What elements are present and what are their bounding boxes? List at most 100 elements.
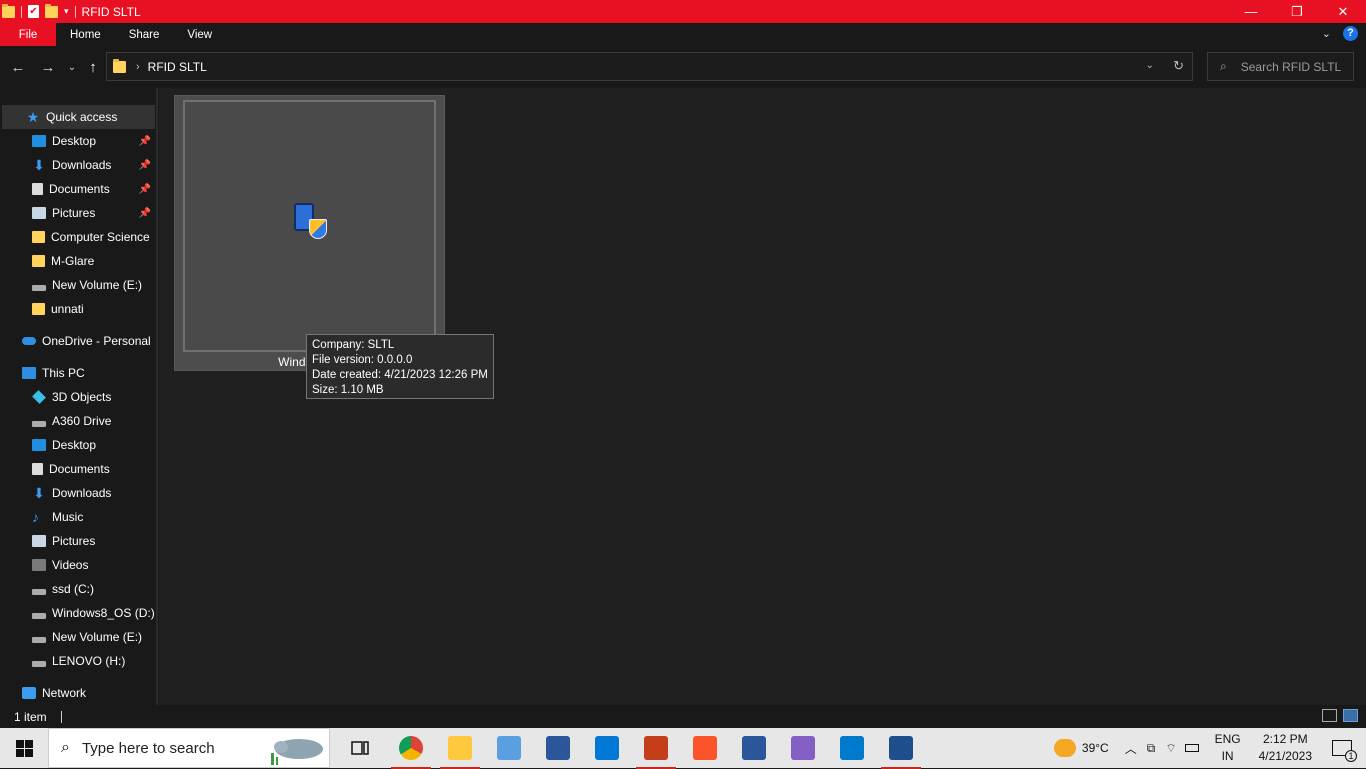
- sidebar-item-pictures[interactable]: Pictures 📌: [32, 201, 155, 225]
- brave-icon[interactable]: [693, 736, 717, 760]
- visual-studio-icon[interactable]: [791, 736, 815, 760]
- details-view-button[interactable]: [1322, 709, 1337, 722]
- network-icon: [22, 687, 36, 699]
- sidebar-item-lenovo-h[interactable]: LENOVO (H:): [32, 649, 155, 673]
- sidebar-item-videos[interactable]: Videos: [32, 553, 155, 577]
- tab-file[interactable]: File: [0, 23, 56, 46]
- drive-icon: [32, 661, 46, 667]
- sidebar-item-onedrive[interactable]: OneDrive - Personal: [22, 329, 151, 353]
- sidebar-item-3d-objects[interactable]: 3D Objects: [32, 385, 155, 409]
- recent-locations-button[interactable]: ⌄: [62, 57, 82, 77]
- wifi-icon[interactable]: ⌔: [1165, 741, 1176, 756]
- expand-ribbon-icon[interactable]: ⌄: [1322, 27, 1331, 40]
- sidebar-item-computer-science[interactable]: Computer Science: [32, 225, 155, 249]
- refresh-icon[interactable]: ↻: [1173, 58, 1184, 74]
- back-button[interactable]: ←: [8, 57, 28, 77]
- word-icon[interactable]: [546, 736, 570, 760]
- sidebar-item-new-volume-e[interactable]: New Volume (E:): [32, 625, 155, 649]
- new-folder-icon[interactable]: [45, 3, 58, 18]
- folder-icon: [32, 231, 45, 243]
- drive-icon: [32, 285, 46, 291]
- vscode-icon[interactable]: [840, 736, 864, 760]
- folder-icon: [113, 58, 126, 73]
- pin-icon[interactable]: 📌: [139, 160, 151, 171]
- sidebar-item-documents[interactable]: Documents: [32, 457, 155, 481]
- weather-temperature[interactable]: 39°C: [1082, 741, 1109, 755]
- documents-icon: [32, 183, 43, 195]
- sidebar-item-pictures[interactable]: Pictures: [32, 529, 155, 553]
- chevron-right-icon[interactable]: ›: [136, 61, 140, 73]
- sidebar-item-quick-access[interactable]: ★ Quick access: [2, 105, 155, 129]
- sidebar-item-desktop[interactable]: Desktop 📌: [32, 129, 155, 153]
- close-button[interactable]: ✕: [1320, 0, 1366, 23]
- file-item[interactable]: WindowsFo: [174, 95, 445, 371]
- sidebar-item-downloads[interactable]: ⬇ Downloads 📌: [32, 153, 155, 177]
- sidebar-item-desktop[interactable]: Desktop: [32, 433, 155, 457]
- drive-icon: [32, 637, 46, 643]
- tab-share[interactable]: Share: [115, 23, 174, 46]
- weather-icon[interactable]: [1053, 739, 1076, 757]
- search-input[interactable]: ⌕ Search RFID SLTL: [1207, 52, 1354, 81]
- application-icon: [294, 203, 327, 239]
- clock[interactable]: 2:12 PM 4/21/2023: [1259, 731, 1312, 765]
- large-icons-view-button[interactable]: [1343, 709, 1358, 722]
- chrome-icon[interactable]: [391, 736, 431, 769]
- sidebar-item-label: Desktop: [52, 134, 97, 148]
- tooltip-version: File version: 0.0.0.0: [312, 354, 413, 366]
- title-bar: ✔ ▾ RFID SLTL — ❐ ✕: [0, 0, 1366, 23]
- sidebar-item-ssd-c[interactable]: ssd (C:): [32, 577, 155, 601]
- sidebar-item-label: Pictures: [52, 534, 96, 548]
- tab-home[interactable]: Home: [56, 23, 115, 46]
- pin-icon[interactable]: 📌: [139, 136, 151, 147]
- powerpoint-icon[interactable]: [636, 736, 676, 769]
- address-bar[interactable]: › RFID SLTL ⌄ ↻: [106, 52, 1193, 81]
- forward-button[interactable]: →: [38, 57, 58, 77]
- meet-now-icon[interactable]: ⧉: [1147, 741, 1156, 756]
- sidebar-item-label: A360 Drive: [52, 414, 112, 428]
- sidebar-item-windows8-os-d[interactable]: Windows8_OS (D:): [32, 601, 155, 625]
- sidebar-item-new-volume-e[interactable]: New Volume (E:): [32, 273, 155, 297]
- breadcrumb[interactable]: RFID SLTL: [148, 60, 207, 74]
- pin-icon[interactable]: 📌: [139, 184, 151, 195]
- battery-icon[interactable]: [1184, 744, 1199, 752]
- notification-center-icon[interactable]: 1: [1332, 740, 1357, 762]
- search-placeholder: Type here to search: [81, 739, 215, 757]
- laptop-icon[interactable]: [497, 736, 521, 760]
- sidebar-item-this-pc[interactable]: This PC: [22, 361, 85, 385]
- folder-icon: [32, 303, 45, 315]
- scrollbar[interactable]: [156, 88, 158, 705]
- tooltip-date: Date created: 4/21/2023 12:26 PM: [312, 369, 488, 381]
- chevron-down-icon[interactable]: ⌄: [1146, 60, 1154, 71]
- folder-icon: [32, 255, 45, 267]
- store-icon[interactable]: [595, 736, 619, 760]
- pin-icon[interactable]: 📌: [139, 208, 151, 219]
- file-explorer-icon[interactable]: [440, 736, 480, 769]
- word-icon[interactable]: [742, 736, 766, 760]
- restore-button[interactable]: ❐: [1274, 0, 1320, 23]
- language-indicator[interactable]: ENG IN: [1215, 731, 1241, 765]
- show-hidden-icons-icon[interactable]: ︿: [1125, 740, 1137, 757]
- sidebar-item-unnati[interactable]: unnati: [32, 297, 155, 321]
- task-view-icon[interactable]: [348, 736, 372, 760]
- sidebar-item-documents[interactable]: Documents 📌: [32, 177, 155, 201]
- taskbar: ⌕ Type here to search 39°C ︿ ⧉ ⌔ ENG IN …: [0, 728, 1366, 769]
- sidebar-item-a360-drive[interactable]: A360 Drive: [32, 409, 155, 433]
- 3d-objects-icon: [32, 390, 46, 404]
- customize-toolbar-icon[interactable]: ▾: [64, 6, 69, 17]
- sidebar-item-network[interactable]: Network: [22, 681, 86, 705]
- up-button[interactable]: ↑: [83, 57, 103, 77]
- properties-icon[interactable]: ✔: [28, 5, 39, 18]
- vm-app-icon[interactable]: [881, 736, 921, 769]
- help-icon[interactable]: ?: [1343, 26, 1358, 41]
- sidebar-item-downloads[interactable]: ⬇ Downloads: [32, 481, 155, 505]
- sidebar-item-label: New Volume (E:): [52, 630, 143, 644]
- taskbar-search-input[interactable]: ⌕ Type here to search: [48, 728, 330, 768]
- sidebar-item-label: M-Glare: [51, 254, 95, 268]
- tab-view[interactable]: View: [173, 23, 226, 46]
- sidebar-item-label: Computer Science: [51, 230, 150, 244]
- start-button[interactable]: [0, 728, 48, 768]
- minimize-button[interactable]: —: [1228, 0, 1274, 23]
- sidebar-item-m-glare[interactable]: M-Glare: [32, 249, 155, 273]
- window-title: RFID SLTL: [81, 4, 141, 19]
- sidebar-item-music[interactable]: ♪ Music: [32, 505, 155, 529]
